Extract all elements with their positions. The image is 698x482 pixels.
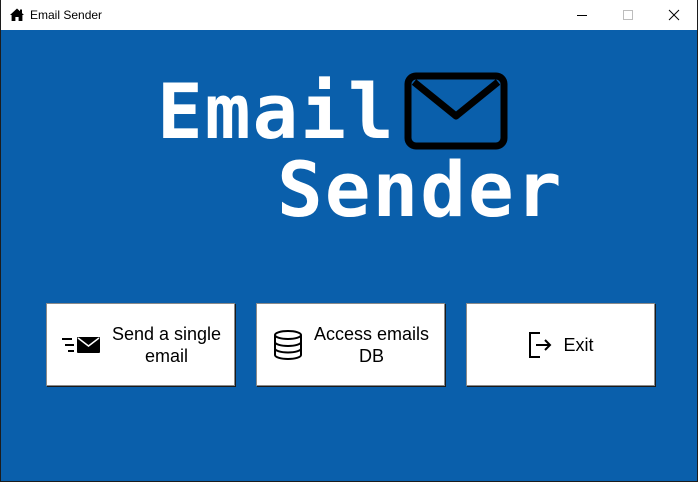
access-emails-db-button[interactable]: Access emails DB xyxy=(256,303,445,386)
send-single-email-button[interactable]: Send a single email xyxy=(46,303,235,386)
logo-title-line2: Sender xyxy=(277,145,564,234)
database-icon xyxy=(272,329,304,360)
envelope-icon xyxy=(404,72,508,150)
send-single-email-label: Send a single email xyxy=(111,323,222,366)
exit-button[interactable]: Exit xyxy=(466,303,655,386)
minimize-icon xyxy=(577,15,587,16)
maximize-icon xyxy=(623,10,633,20)
minimize-button[interactable] xyxy=(559,0,605,30)
close-button[interactable] xyxy=(651,0,697,30)
exit-icon xyxy=(527,331,553,359)
title-bar[interactable]: Email Sender xyxy=(1,0,697,30)
exit-label: Exit xyxy=(563,334,594,355)
close-icon xyxy=(668,9,680,21)
send-mail-icon xyxy=(60,334,102,356)
home-icon xyxy=(9,7,25,23)
window-title: Email Sender xyxy=(30,8,103,22)
logo-title-line1: Email xyxy=(157,67,396,156)
window-controls xyxy=(559,0,697,30)
access-emails-db-label: Access emails DB xyxy=(313,323,430,366)
maximize-button[interactable] xyxy=(605,0,651,30)
app-window: Email Sender Email Sender Send a single … xyxy=(0,0,698,482)
